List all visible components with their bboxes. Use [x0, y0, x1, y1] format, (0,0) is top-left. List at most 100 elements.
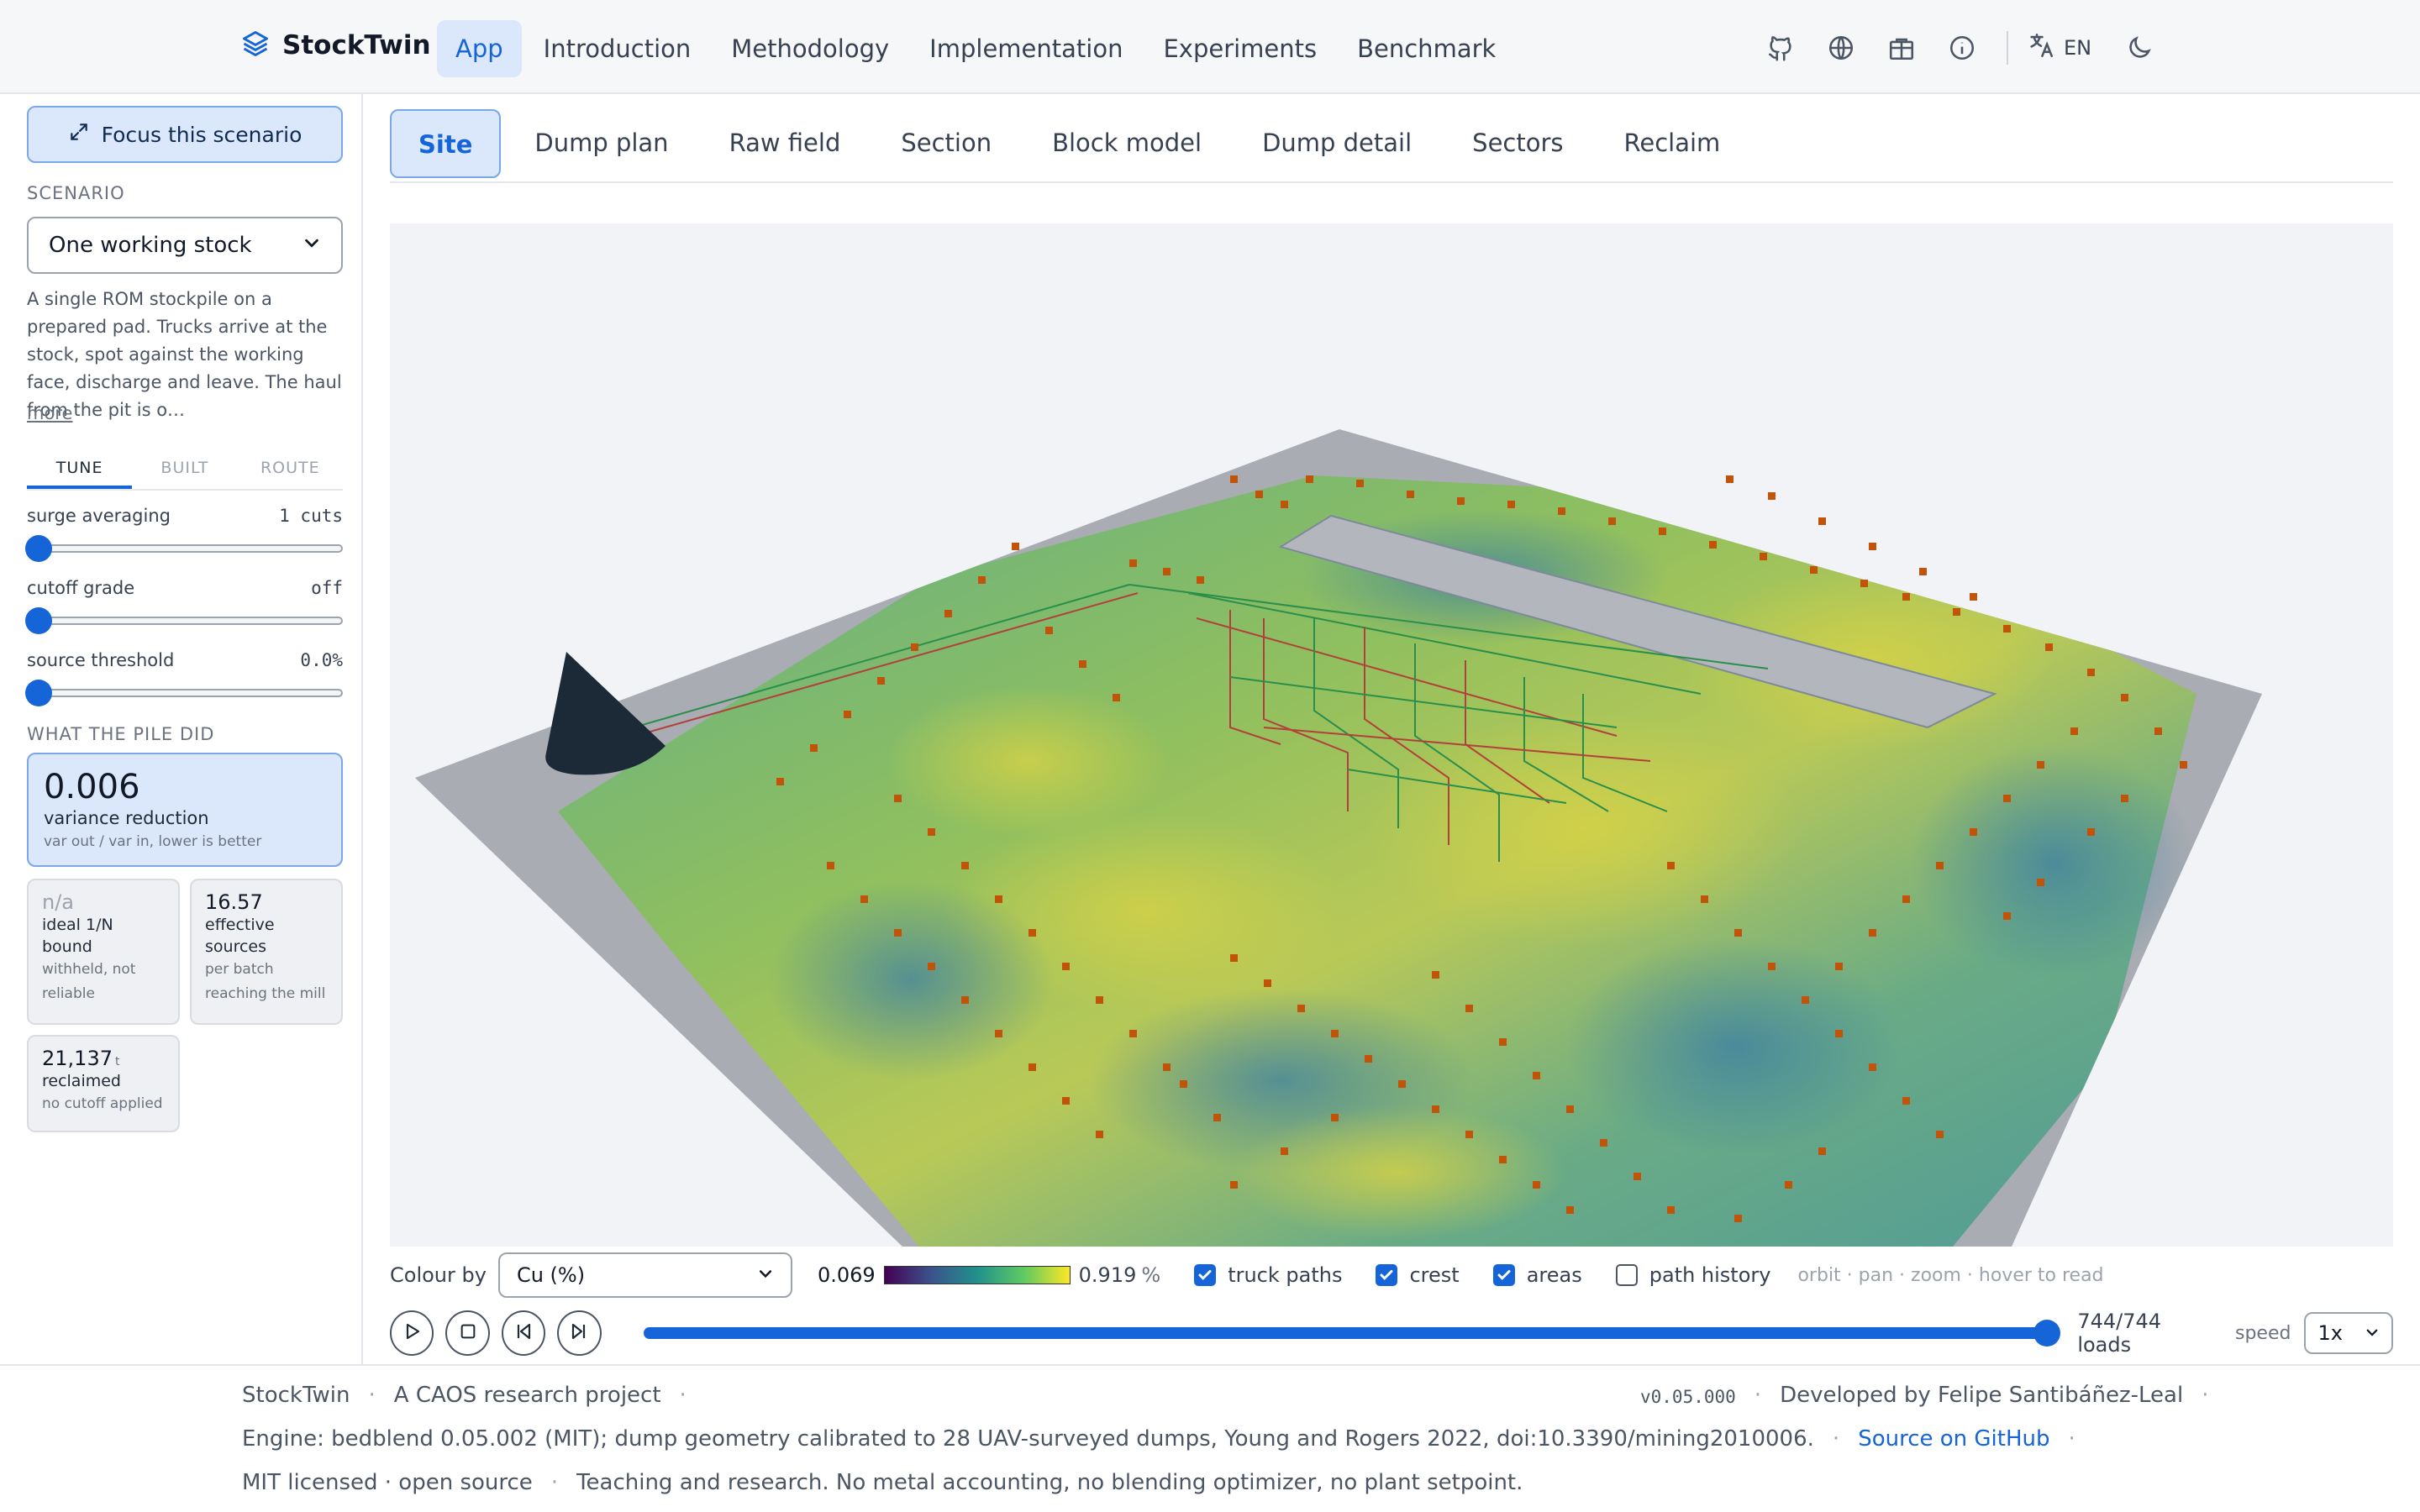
ideal-label: ideal 1/N bound [42, 916, 113, 956]
nav-introduction[interactable]: Introduction [525, 20, 710, 77]
tab-tune[interactable]: TUNE [27, 454, 133, 489]
checkbox-box[interactable] [1615, 1264, 1638, 1286]
footer-license: MIT licensed · open source [242, 1470, 533, 1495]
chevron-down-icon [2365, 1321, 2380, 1345]
scenario-description: A single ROM stockpile on a prepared pad… [27, 289, 342, 420]
speed-value: 1x [2317, 1321, 2343, 1345]
variance-sub: var out / var in, lower is better [44, 833, 262, 850]
chevron-down-icon [302, 233, 321, 258]
nav-benchmark[interactable]: Benchmark [1339, 20, 1514, 77]
footer-tagline: A CAOS research project [393, 1383, 661, 1408]
top-navbar: StockTwin App Introduction Methodology I… [0, 0, 2420, 94]
language-switch[interactable]: EN [2027, 31, 2091, 65]
nav-app[interactable]: App [437, 20, 522, 77]
legend-unit: % [1141, 1263, 1161, 1287]
site-3d-viewport[interactable] [390, 223, 2393, 1247]
reclaimed-unit: t [114, 1055, 120, 1068]
checkbox-label: areas [1526, 1263, 1582, 1287]
effective-sources-card: 16.57 effective sources per batch reachi… [190, 879, 343, 1025]
slider-thumb[interactable] [25, 535, 52, 562]
tab-site[interactable]: Site [390, 109, 502, 178]
info-icon[interactable] [1943, 29, 1981, 67]
tab-route[interactable]: ROUTE [238, 454, 343, 489]
brand-name: StockTwin [282, 30, 431, 60]
nav-experiments[interactable]: Experiments [1144, 20, 1335, 77]
skip-back-button[interactable] [501, 1310, 546, 1356]
skip-back-icon [513, 1321, 534, 1345]
scenario-select-value: One working stock [49, 233, 252, 258]
checkbox-label: truck paths [1228, 1263, 1343, 1287]
tab-sectors[interactable]: Sectors [1445, 109, 1590, 178]
cutoff-grade-slider[interactable] [25, 607, 343, 634]
effective-label: effective sources [205, 916, 275, 956]
slider-thumb[interactable] [25, 680, 52, 706]
param-cutoff-grade: cutoff grade off [25, 578, 343, 634]
play-icon [402, 1321, 422, 1345]
skip-forward-icon [569, 1321, 589, 1345]
ideal-value: n/a [42, 890, 75, 914]
expand-icon [68, 121, 90, 148]
footer-developer: Developed by Felipe Santibáñez-Leal [1780, 1383, 2184, 1408]
slider-thumb[interactable] [25, 607, 52, 634]
param-source-threshold: source threshold 0.0% [25, 650, 343, 706]
toolbar-right: EN [1761, 29, 2181, 67]
check-icon[interactable] [1492, 1264, 1515, 1286]
tab-block-model[interactable]: Block model [1025, 109, 1228, 178]
check-icon[interactable] [1376, 1264, 1398, 1286]
footer-row-2: Engine: bedblend 0.05.002 (MIT); dump ge… [242, 1426, 2075, 1452]
timeline-slider[interactable] [643, 1320, 2061, 1347]
check-icon[interactable] [1194, 1264, 1217, 1286]
crest-checkbox[interactable]: crest [1376, 1263, 1460, 1287]
nav-implementation[interactable]: Implementation [911, 20, 1141, 77]
focus-scenario-button[interactable]: Focus this scenario [27, 106, 343, 163]
tab-built[interactable]: BUILT [132, 454, 237, 489]
source-github-link[interactable]: Source on GitHub [1858, 1426, 2049, 1452]
terrain-scene[interactable] [390, 223, 2393, 1247]
nav-methodology[interactable]: Methodology [713, 20, 908, 77]
areas-checkbox[interactable]: areas [1492, 1263, 1582, 1287]
moon-icon[interactable] [2120, 29, 2159, 67]
viewport-hint: orbit · pan · zoom · hover to read [1797, 1264, 2104, 1286]
colour-by-select[interactable]: Cu (%) [497, 1252, 792, 1298]
checkbox-label: path history [1649, 1263, 1771, 1287]
main-nav: App Introduction Methodology Implementat… [437, 20, 1514, 77]
tab-reclaim[interactable]: Reclaim [1597, 109, 1748, 178]
tab-section[interactable]: Section [874, 109, 1018, 178]
speed-select[interactable]: 1x [2304, 1312, 2394, 1354]
footer-row-1-right: v0.05.000 · Developed by Felipe Santibáñ… [1640, 1383, 2208, 1411]
language-code: EN [2064, 36, 2092, 60]
brand[interactable]: StockTwin [240, 29, 431, 62]
stop-button[interactable] [445, 1310, 490, 1356]
source-threshold-slider[interactable] [25, 680, 343, 706]
param-label: cutoff grade [27, 578, 135, 598]
footer-name: StockTwin [242, 1383, 350, 1408]
globe-icon[interactable] [1822, 29, 1860, 67]
scenario-select[interactable]: One working stock [27, 217, 343, 274]
param-value: 0.0% [300, 650, 343, 670]
colour-scale-bar [883, 1266, 1071, 1284]
github-icon[interactable] [1761, 29, 1800, 67]
surge-averaging-slider[interactable] [25, 535, 343, 562]
results-label: WHAT THE PILE DID [27, 724, 215, 744]
tab-raw-field[interactable]: Raw field [702, 109, 868, 178]
more-link[interactable]: more [27, 403, 72, 423]
param-label: source threshold [27, 650, 175, 670]
gift-icon[interactable] [1882, 29, 1921, 67]
reclaimed-value: 21,137 t [42, 1047, 120, 1070]
variance-label: variance reduction [44, 808, 209, 828]
stop-icon [459, 1322, 477, 1344]
play-button[interactable] [390, 1310, 434, 1356]
path-history-checkbox[interactable]: path history [1615, 1263, 1771, 1287]
variance-reduction-card: 0.006 variance reduction var out / var i… [27, 753, 343, 867]
reclaimed-sub: no cutoff applied [42, 1095, 163, 1112]
timeline-thumb[interactable] [2033, 1320, 2061, 1347]
tab-dump-detail[interactable]: Dump detail [1235, 109, 1439, 178]
speed-label: speed [2234, 1322, 2291, 1344]
param-label: surge averaging [27, 506, 171, 526]
tab-dump-plan[interactable]: Dump plan [508, 109, 695, 178]
skip-forward-button[interactable] [557, 1310, 602, 1356]
truck-paths-checkbox[interactable]: truck paths [1194, 1263, 1342, 1287]
legend-min: 0.069 [817, 1263, 876, 1287]
reclaimed-label: reclaimed [42, 1072, 121, 1090]
param-value: 1 cuts [279, 506, 343, 526]
